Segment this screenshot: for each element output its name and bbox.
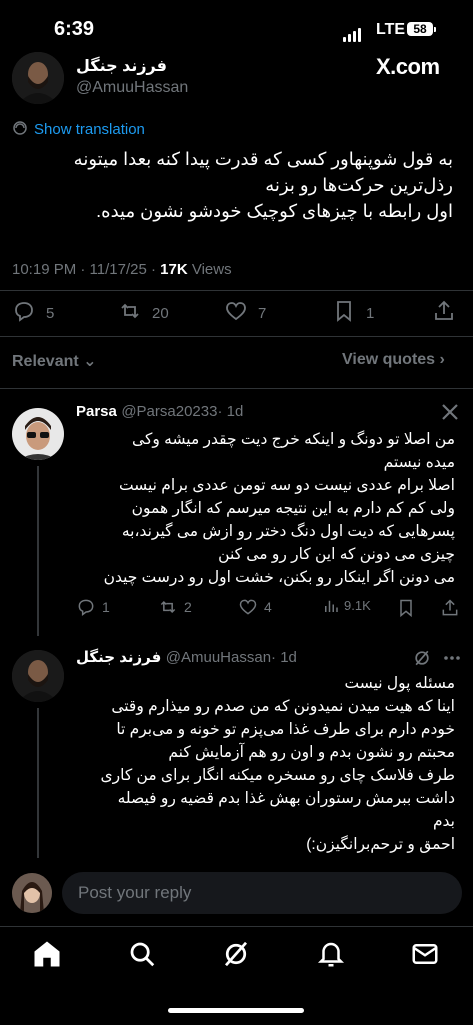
divider — [0, 290, 473, 291]
user-avatar[interactable] — [12, 873, 52, 913]
reply-header: فرزند جنگل @AmuuHassan· 1d — [76, 648, 297, 667]
grok-icon[interactable] — [412, 648, 432, 673]
heart-icon — [239, 599, 257, 615]
repost-icon — [121, 303, 139, 319]
home-indicator — [168, 1008, 304, 1013]
chevron-right-icon: › — [439, 351, 445, 368]
reply-text-line: اصلا برام عددی نیست دو سه تومن عددی برام… — [118, 477, 455, 494]
reply-button[interactable]: 5 — [12, 299, 54, 323]
reply-text-line: اینا که هیت میدن نمیدونن که من صدم رو می… — [111, 698, 455, 715]
reply-author-name[interactable]: فرزند جنگل — [76, 649, 161, 666]
tweet-meta: 10:19 PM · 11/17/25 · 17K Views — [12, 261, 232, 278]
view-quotes-link[interactable]: View quotes › — [342, 351, 445, 369]
views-button[interactable]: 9.1K — [322, 597, 371, 615]
reply-count: 5 — [46, 305, 55, 322]
tweet-text-line: اول رابطه با چیزهای کوچیک خودشو نشون مید… — [96, 201, 453, 221]
reply-author-handle[interactable]: @AmuuHassan — [166, 649, 271, 666]
reply-button[interactable]: 1 — [76, 597, 110, 617]
views-label: Views — [187, 261, 232, 278]
bookmark-icon — [400, 599, 412, 618]
heart-icon — [226, 302, 246, 321]
like-count: 4 — [264, 599, 272, 615]
author-name[interactable]: فرزند جنگل — [76, 56, 167, 76]
notifications-icon[interactable] — [316, 939, 346, 969]
bookmark-count: 1 — [366, 305, 375, 322]
like-button[interactable]: 4 — [238, 597, 272, 617]
reply-text-line: ولی کم کم دارم به این نتیجه میرسم که انگ… — [131, 500, 455, 517]
home-icon[interactable] — [32, 939, 62, 969]
reply-text-line: من اصلا تو دونگ و اینکه خرج دیت چقدر میش… — [132, 431, 455, 448]
share-button[interactable] — [432, 299, 456, 328]
status-time: 6:39 — [54, 18, 95, 40]
reply-age: · 1d — [271, 649, 297, 666]
messages-icon[interactable] — [410, 939, 440, 969]
repost-count: 20 — [152, 305, 169, 322]
repost-count: 2 — [184, 599, 192, 615]
bookmark-button[interactable] — [396, 598, 416, 623]
like-button[interactable]: 7 — [224, 299, 266, 323]
reply-text-line: پسرهایی که دیت اول دنگ دختر رو ازش می گی… — [121, 523, 455, 540]
reply-text: من اصلا تو دونگ و اینکه خرج دیت چقدر میش… — [75, 428, 455, 589]
like-count: 7 — [258, 305, 267, 322]
reply-author-handle[interactable]: @Parsa20233 — [121, 403, 217, 420]
show-translation-label: Show translation — [34, 121, 145, 138]
chevron-down-icon: ⌄ — [83, 353, 97, 370]
tweet-text-line: رذل‌ترین حرکت‌ها رو بزنه — [265, 175, 453, 195]
x-logo: X.com — [376, 54, 440, 79]
repost-icon — [160, 600, 176, 614]
share-button[interactable] — [440, 598, 460, 623]
author-handle[interactable]: @AmuuHassan — [76, 79, 188, 97]
translate-icon — [13, 121, 27, 135]
reply-text-line: چیزی می دونن که این کار رو می کنن — [218, 546, 455, 563]
views-count: 17K — [160, 261, 188, 278]
reply-text-line: خودم دارم برای طرف غذا می‌پزم تو خونه و … — [116, 721, 455, 738]
view-quotes-label: View quotes — [342, 351, 436, 368]
share-icon — [442, 599, 458, 616]
reply-text: مسئله پول نیست اینا که هیت میدن نمیدونن … — [70, 672, 456, 856]
views-icon — [325, 600, 338, 612]
reply-text-line: می دونن اگر اینکار رو بکنن، خشت اول رو د… — [103, 569, 455, 586]
reply-input[interactable] — [62, 872, 462, 914]
views-count: 9.1K — [344, 598, 371, 613]
more-icon[interactable] — [442, 648, 462, 673]
reply-text-line: محبتم رو نشون بدم و اون رو هم آزمایش کنم — [168, 744, 455, 761]
grok-icon[interactable] — [221, 939, 251, 969]
thread-line — [37, 466, 39, 636]
show-translation-button[interactable]: Show translation — [12, 120, 145, 138]
network-label: LTE — [376, 21, 406, 38]
sort-dropdown[interactable]: Relevant ⌄ — [12, 351, 97, 371]
reply-header: Parsa @Parsa20233· 1d — [76, 403, 243, 421]
reply-text-line: احمق و ترحم‌برانگیزن:) — [306, 836, 455, 853]
x-icon — [440, 402, 460, 427]
search-icon[interactable] — [127, 939, 157, 969]
reply-avatar[interactable] — [12, 650, 64, 702]
divider — [0, 336, 473, 337]
reply-count: 1 — [102, 599, 110, 615]
bookmark-button[interactable]: 1 — [332, 299, 374, 323]
reply-text-line: داشت ببرمش رستوران بهش غذا بدم قضیه رو ف… — [117, 790, 455, 807]
repost-button[interactable]: 2 — [158, 597, 192, 617]
reply-text-line: میده نیستم — [383, 454, 455, 471]
reply-icon — [15, 302, 33, 322]
repost-button[interactable]: 20 — [118, 299, 169, 323]
thread-line — [37, 708, 39, 858]
reply-text-line: مسئله پول نیست — [344, 675, 455, 692]
share-icon — [435, 300, 453, 320]
author-avatar[interactable] — [12, 52, 64, 104]
divider — [0, 388, 473, 389]
tweet-timestamp[interactable]: 10:19 PM · 11/17/25 · — [12, 261, 160, 278]
reply-text-line: طرف فلاسک چای رو مسخره میکنه انگار برای … — [100, 767, 456, 784]
reply-text-line: بدم — [432, 813, 455, 830]
tweet-text-line: به قول شوپنهاور کسی که قدرت پیدا کنه بعد… — [73, 149, 453, 169]
sort-label: Relevant — [12, 353, 79, 370]
battery-icon: 58 — [407, 22, 433, 36]
reply-avatar[interactable] — [12, 408, 64, 460]
reply-author-name[interactable]: Parsa — [76, 403, 117, 420]
tweet-text: به قول شوپنهاور کسی که قدرت پیدا کنه بعد… — [13, 146, 453, 224]
reply-icon — [78, 599, 94, 616]
signal-icon — [343, 24, 363, 42]
reply-age: · 1d — [217, 403, 244, 420]
bookmark-icon — [337, 301, 351, 322]
battery-tip — [434, 27, 436, 32]
